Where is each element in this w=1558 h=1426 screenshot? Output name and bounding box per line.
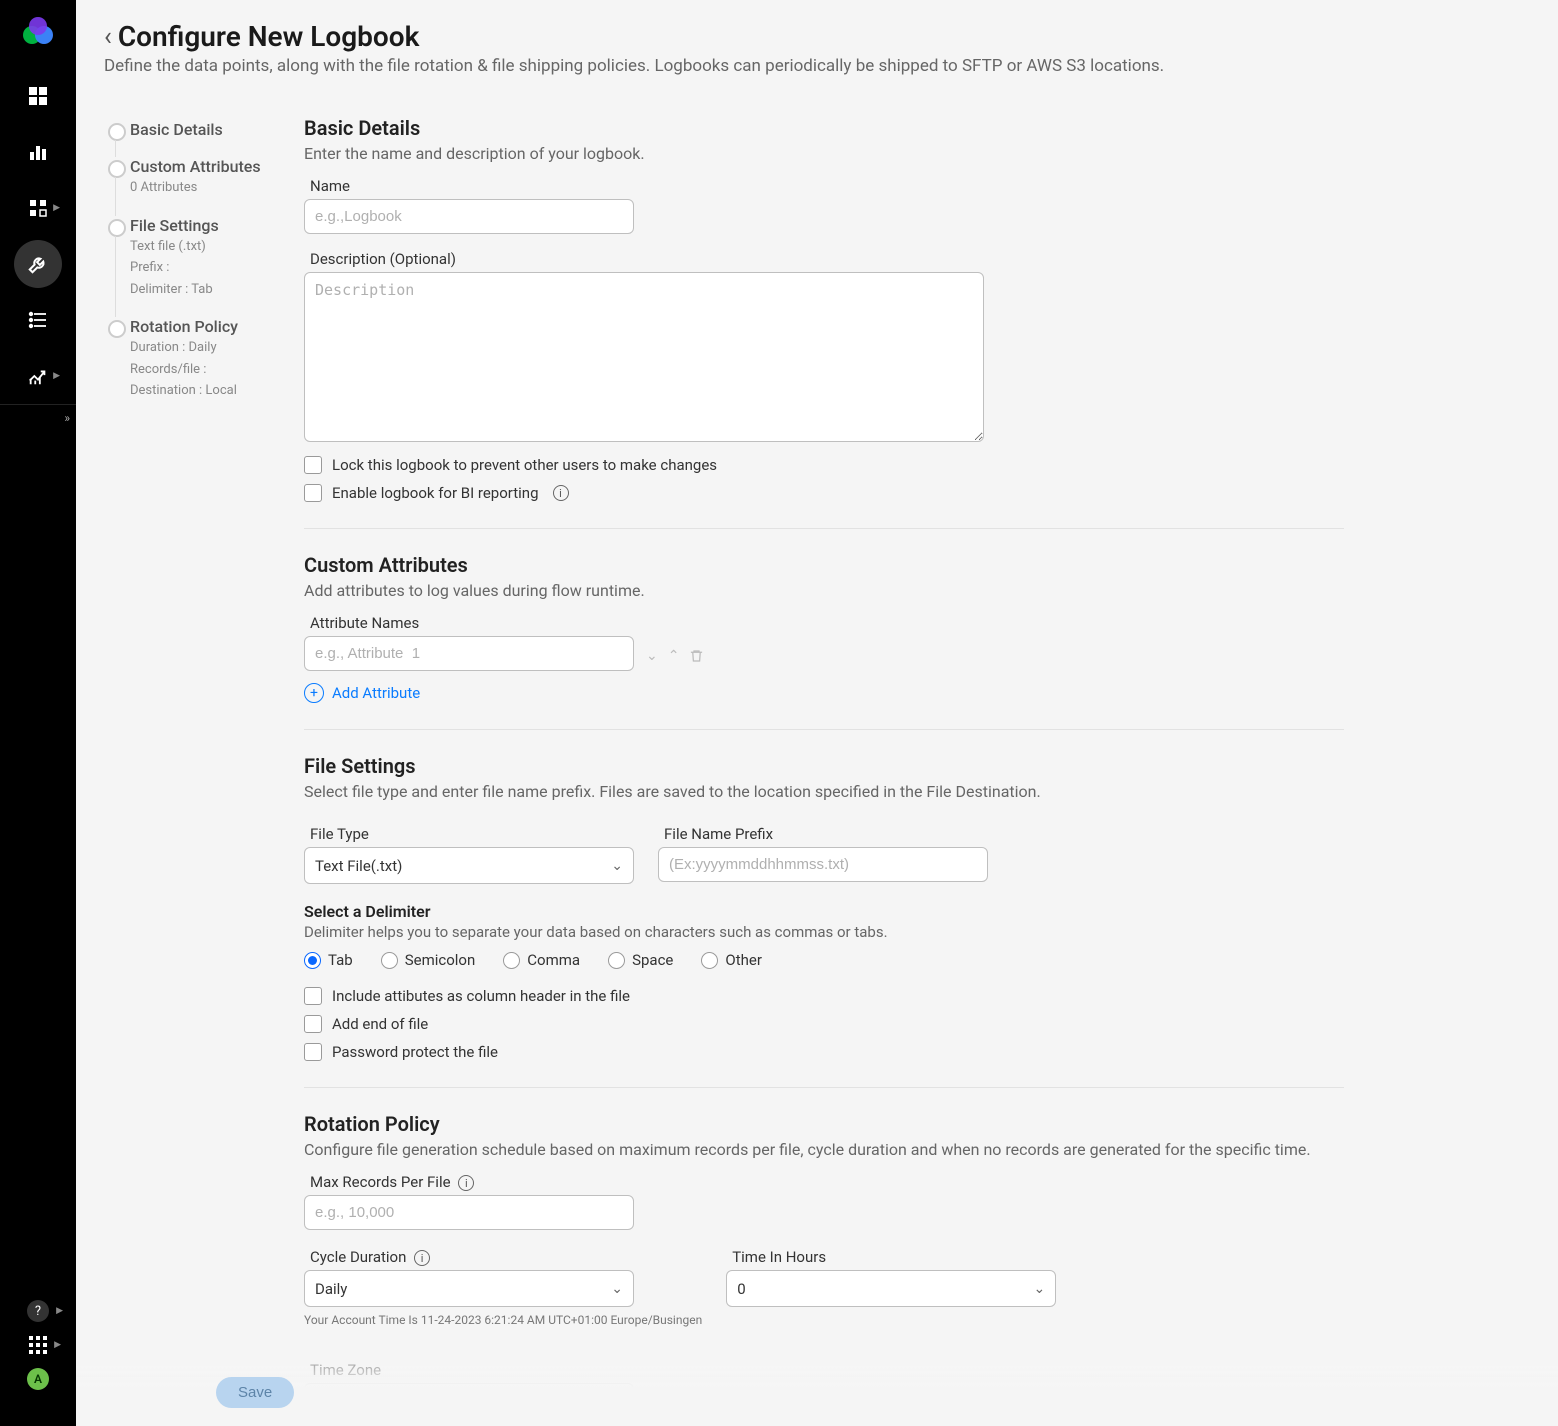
include-header-label: Include attibutes as column header in th… <box>332 987 630 1005</box>
password-protect-label: Password protect the file <box>332 1043 498 1061</box>
add-attribute-label: Add Attribute <box>332 684 420 702</box>
info-icon[interactable]: i <box>458 1175 474 1191</box>
section-heading: Rotation Policy <box>304 1112 1344 1136</box>
name-label: Name <box>310 177 1344 195</box>
attribute-name-input[interactable] <box>304 636 634 671</box>
file-prefix-label: File Name Prefix <box>664 825 988 843</box>
name-input[interactable] <box>304 199 634 234</box>
section-basic-details: Basic Details Enter the name and descrip… <box>304 116 1344 529</box>
step-file-settings[interactable]: File Settings Text file (.txt) Prefix : … <box>104 216 304 300</box>
step-basic-details[interactable]: Basic Details <box>104 120 304 139</box>
nav-list-icon[interactable] <box>14 296 62 344</box>
caret-icon: ▶ <box>53 371 60 381</box>
description-label: Description (Optional) <box>310 250 1344 268</box>
info-icon[interactable]: i <box>414 1250 430 1266</box>
lock-checkbox[interactable] <box>304 456 322 474</box>
collapse-rail-icon[interactable]: » <box>0 404 76 430</box>
file-type-select[interactable]: Text File(.txt) ⌄ <box>304 847 634 884</box>
account-time-note: Your Account Time Is 11-24-2023 6:21:24 … <box>304 1313 702 1327</box>
info-icon[interactable]: i <box>553 485 569 501</box>
bi-reporting-label: Enable logbook for BI reporting <box>332 484 539 502</box>
delimiter-other-radio[interactable]: Other <box>701 951 762 969</box>
delimiter-heading: Select a Delimiter <box>304 902 1344 921</box>
section-desc: Configure file generation schedule based… <box>304 1140 1344 1159</box>
step-rotation-policy[interactable]: Rotation Policy Duration : Daily Records… <box>104 317 304 401</box>
save-button[interactable]: Save <box>216 1377 294 1408</box>
attribute-names-label: Attribute Names <box>310 614 1344 632</box>
apps-grid-icon[interactable]: ▶ <box>29 1336 47 1354</box>
section-desc: Enter the name and description of your l… <box>304 144 1344 163</box>
file-type-value: Text File(.txt) <box>315 857 402 875</box>
caret-icon: ▶ <box>53 203 60 213</box>
add-attribute-button[interactable]: + Add Attribute <box>304 683 420 703</box>
section-heading: Basic Details <box>304 116 1344 140</box>
plus-circle-icon: + <box>304 683 324 703</box>
nav-settings-icon[interactable] <box>14 240 62 288</box>
page-title: Configure New Logbook <box>118 20 420 53</box>
footer-bar: Save <box>76 1363 1558 1426</box>
section-heading: File Settings <box>304 754 1344 778</box>
cycle-duration-select[interactable]: Daily ⌄ <box>304 1270 634 1307</box>
delimiter-semicolon-radio[interactable]: Semicolon <box>381 951 476 969</box>
cycle-duration-value: Daily <box>315 1280 347 1298</box>
nav-dashboard-icon[interactable] <box>14 72 62 120</box>
file-prefix-input[interactable] <box>658 847 988 882</box>
section-file-settings: File Settings Select file type and enter… <box>304 754 1344 1088</box>
max-records-label: Max Records Per File i <box>310 1173 1344 1191</box>
lock-label: Lock this logbook to prevent other users… <box>332 456 717 474</box>
help-icon[interactable]: ? ▶ <box>27 1300 49 1322</box>
step-custom-attributes[interactable]: Custom Attributes 0 Attributes <box>104 157 304 198</box>
chevron-up-icon[interactable]: ⌃ <box>668 648 680 664</box>
time-hours-value: 0 <box>737 1280 745 1298</box>
time-hours-label: Time In Hours <box>732 1248 1056 1266</box>
include-header-checkbox[interactable] <box>304 987 322 1005</box>
delimiter-tab-radio[interactable]: Tab <box>304 951 353 969</box>
delimiter-comma-radio[interactable]: Comma <box>503 951 580 969</box>
chevron-down-icon: ⌄ <box>1033 1281 1045 1297</box>
add-eof-label: Add end of file <box>332 1015 428 1033</box>
page-header: ‹ Configure New Logbook Define the data … <box>76 0 1558 86</box>
file-type-label: File Type <box>310 825 634 843</box>
add-eof-checkbox[interactable] <box>304 1015 322 1033</box>
stepper: Basic Details Custom Attributes 0 Attrib… <box>104 116 304 1316</box>
chevron-down-icon[interactable]: ⌄ <box>646 648 658 664</box>
delimiter-desc: Delimiter helps you to separate your dat… <box>304 923 1344 941</box>
description-textarea[interactable] <box>304 272 984 442</box>
cycle-duration-label: Cycle Duration i <box>310 1248 702 1266</box>
chevron-down-icon: ⌄ <box>611 858 623 874</box>
page-subtitle: Define the data points, along with the f… <box>104 56 1530 76</box>
max-records-input[interactable] <box>304 1195 634 1230</box>
section-heading: Custom Attributes <box>304 553 1344 577</box>
nav-rail: ▶ ▶ ? ▶ ▶ A » <box>0 0 76 1426</box>
user-avatar[interactable]: A <box>27 1368 49 1390</box>
nav-trends-icon[interactable]: ▶ <box>14 352 62 400</box>
section-desc: Add attributes to log values during flow… <box>304 581 1344 600</box>
section-desc: Select file type and enter file name pre… <box>304 782 1344 801</box>
caret-icon: ▶ <box>56 1306 63 1316</box>
back-chevron-icon[interactable]: ‹ <box>104 24 112 50</box>
delimiter-space-radio[interactable]: Space <box>608 951 673 969</box>
chevron-down-icon: ⌄ <box>611 1281 623 1297</box>
caret-icon: ▶ <box>54 1340 61 1350</box>
app-logo <box>20 14 56 50</box>
password-protect-checkbox[interactable] <box>304 1043 322 1061</box>
section-custom-attributes: Custom Attributes Add attributes to log … <box>304 553 1344 730</box>
nav-builder-icon[interactable]: ▶ <box>14 184 62 232</box>
nav-analytics-icon[interactable] <box>14 128 62 176</box>
trash-icon[interactable] <box>689 648 704 664</box>
bi-reporting-checkbox[interactable] <box>304 484 322 502</box>
time-hours-select[interactable]: 0 ⌄ <box>726 1270 1056 1307</box>
